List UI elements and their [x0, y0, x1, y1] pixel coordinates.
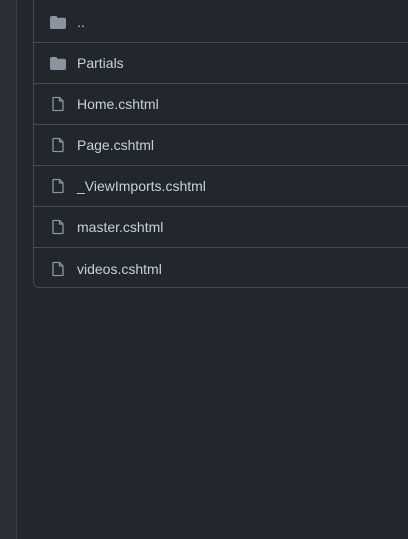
- file-row-videos[interactable]: videos.cshtml: [34, 248, 408, 289]
- file-row-master[interactable]: master.cshtml: [34, 207, 408, 248]
- sidebar-edge: [0, 0, 17, 539]
- file-icon: [50, 261, 66, 277]
- file-list: .. Partials Home.cshtml Page.cshtml _Vie…: [33, 0, 408, 288]
- file-row-partials[interactable]: Partials: [34, 43, 408, 84]
- file-name[interactable]: Home.cshtml: [77, 96, 159, 112]
- file-row-parent[interactable]: ..: [34, 2, 408, 43]
- file-icon: [50, 96, 66, 112]
- file-name[interactable]: master.cshtml: [77, 219, 163, 235]
- file-name[interactable]: _ViewImports.cshtml: [77, 178, 206, 194]
- folder-icon: [50, 55, 66, 71]
- file-name[interactable]: Page.cshtml: [77, 137, 154, 153]
- file-icon: [50, 219, 66, 235]
- file-name[interactable]: Partials: [77, 55, 124, 71]
- file-row-home[interactable]: Home.cshtml: [34, 84, 408, 125]
- file-name[interactable]: videos.cshtml: [77, 261, 162, 277]
- folder-icon: [50, 14, 66, 30]
- file-icon: [50, 178, 66, 194]
- file-icon: [50, 137, 66, 153]
- file-name[interactable]: ..: [77, 14, 85, 30]
- file-row-page[interactable]: Page.cshtml: [34, 125, 408, 166]
- file-row-viewimports[interactable]: _ViewImports.cshtml: [34, 166, 408, 207]
